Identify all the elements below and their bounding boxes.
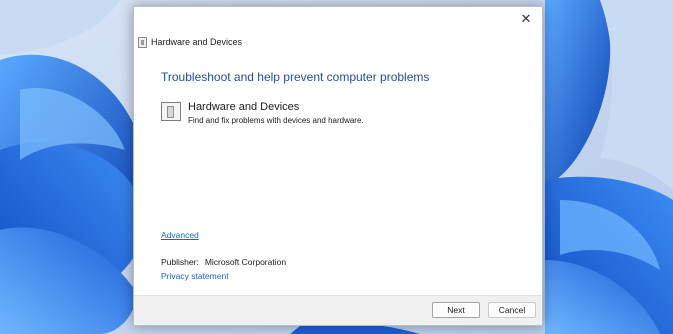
item-title: Hardware and Devices: [188, 101, 300, 113]
next-button[interactable]: Next: [432, 302, 480, 318]
page-heading: Troubleshoot and help prevent computer p…: [161, 70, 430, 84]
close-button[interactable]: ✕: [518, 11, 534, 27]
item-description: Find and fix problems with devices and h…: [188, 116, 364, 125]
publisher-info: Publisher: Microsoft Corporation: [161, 257, 286, 267]
item-text: Hardware and Devices Find and fix proble…: [188, 101, 364, 126]
publisher-label: Publisher:: [161, 257, 199, 267]
advanced-link[interactable]: Advanced: [161, 230, 199, 240]
close-icon: ✕: [520, 11, 532, 26]
cancel-button[interactable]: Cancel: [488, 302, 536, 318]
title-bar: Hardware and Devices: [138, 35, 242, 49]
privacy-statement-link[interactable]: Privacy statement: [161, 271, 229, 281]
troubleshooter-dialog: ✕ Hardware and Devices Troubleshoot and …: [133, 6, 543, 326]
window-title: Hardware and Devices: [151, 37, 243, 47]
troubleshooter-item-hardware[interactable]: Hardware and Devices Find and fix proble…: [161, 101, 364, 126]
hardware-device-icon: [138, 36, 147, 48]
dialog-footer: Next Cancel: [134, 295, 542, 325]
publisher-value: Microsoft Corporation: [204, 257, 287, 267]
hardware-device-icon: [161, 102, 181, 121]
